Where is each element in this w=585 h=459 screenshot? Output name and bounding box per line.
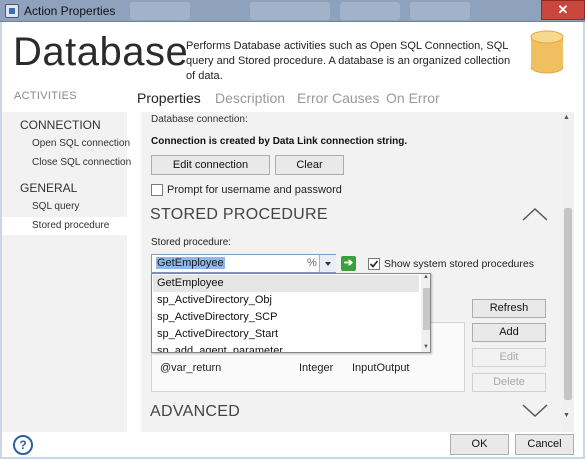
sidebar-item-open-sql-connection[interactable]: Open SQL connection <box>32 138 130 149</box>
dropdown-option[interactable]: GetEmployee <box>153 275 419 292</box>
activity-description: Performs Database activities such as Ope… <box>186 40 511 82</box>
window-title-bar[interactable]: Action Properties ✕ <box>0 0 585 22</box>
database-connection-label: Database connection: <box>151 114 248 125</box>
show-system-procedures-label: Show system stored procedures <box>384 258 534 270</box>
scroll-up-icon[interactable]: ▲ <box>563 114 570 121</box>
advanced-section-title: ADVANCED <box>150 403 241 420</box>
stored-procedure-label: Stored procedure: <box>151 237 232 248</box>
wildcard-suffix: % <box>307 257 317 269</box>
ok-button[interactable]: OK <box>450 434 509 455</box>
dropdown-option[interactable]: sp_ActiveDirectory_SCP <box>153 309 419 326</box>
cancel-button[interactable]: Cancel <box>515 434 574 455</box>
activities-heading: ACTIVITIES <box>14 90 77 102</box>
edit-parameter-button[interactable]: Edit <box>472 348 546 367</box>
sidebar-item-close-sql-connection[interactable]: Close SQL connection <box>32 157 131 168</box>
stored-procedure-value: GetEmployee <box>156 257 225 269</box>
window-title: Action Properties <box>24 4 116 18</box>
sidebar-group-general: GENERAL <box>20 181 78 195</box>
collapse-chevron-up-icon[interactable] <box>522 207 548 221</box>
delete-parameter-button[interactable]: Delete <box>472 373 546 392</box>
dropdown-scroll-up-icon[interactable]: ▲ <box>423 274 429 280</box>
param-name-cell: @var_return <box>160 362 222 374</box>
add-parameter-button[interactable]: Add <box>472 323 546 342</box>
go-arrow-icon[interactable]: ➔ <box>341 256 356 271</box>
checkmark-icon <box>369 260 379 268</box>
expand-chevron-down-icon[interactable] <box>522 404 548 418</box>
properties-scroll-thumb[interactable] <box>564 208 572 400</box>
dropdown-option[interactable]: sp_add_agent_parameter <box>153 343 419 352</box>
background-toolbar-item <box>250 2 330 20</box>
background-toolbar-item <box>130 2 190 20</box>
tab-properties[interactable]: Properties <box>137 90 201 106</box>
param-direction-cell: InputOutput <box>352 362 410 374</box>
dropdown-option[interactable]: sp_ActiveDirectory_Start <box>153 326 419 343</box>
dropdown-option[interactable]: sp_ActiveDirectory_Obj <box>153 292 419 309</box>
scroll-down-icon[interactable]: ▼ <box>563 412 570 419</box>
connection-status: Connection is created by Data Link conne… <box>151 136 408 147</box>
prompt-credentials-label: Prompt for username and password <box>167 184 342 196</box>
clear-button[interactable]: Clear <box>275 155 344 175</box>
stored-procedure-combobox[interactable]: GetEmployee % <box>151 254 336 273</box>
close-button[interactable]: ✕ <box>541 0 585 20</box>
tab-description[interactable]: Description <box>215 90 285 106</box>
dropdown-scroll-thumb[interactable] <box>423 288 430 330</box>
refresh-button[interactable]: Refresh <box>472 299 546 318</box>
chevron-down-icon[interactable] <box>319 255 336 272</box>
tab-error-causes[interactable]: Error Causes <box>297 90 379 106</box>
param-type-cell: Integer <box>299 362 334 374</box>
tab-on-error[interactable]: On Error <box>386 90 440 106</box>
sidebar-item-stored-procedure[interactable]: Stored procedure <box>2 217 127 235</box>
prompt-credentials-checkbox[interactable] <box>151 184 163 196</box>
stored-procedure-section-title: STORED PROCEDURE <box>150 206 328 223</box>
sidebar-item-sql-query[interactable]: SQL query <box>32 201 79 212</box>
app-icon <box>5 4 19 18</box>
help-icon[interactable]: ? <box>13 435 33 455</box>
page-title: Database <box>13 30 189 74</box>
database-icon <box>530 30 564 74</box>
edit-connection-button[interactable]: Edit connection <box>151 155 270 175</box>
dropdown-scroll-down-icon[interactable]: ▼ <box>423 344 429 350</box>
background-toolbar-item <box>410 2 470 20</box>
stored-procedure-dropdown-list[interactable]: GetEmployee sp_ActiveDirectory_Obj sp_Ac… <box>151 273 431 353</box>
sidebar-group-connection: CONNECTION <box>20 118 101 132</box>
background-toolbar-item <box>340 2 400 20</box>
show-system-procedures-checkbox[interactable] <box>368 258 380 270</box>
